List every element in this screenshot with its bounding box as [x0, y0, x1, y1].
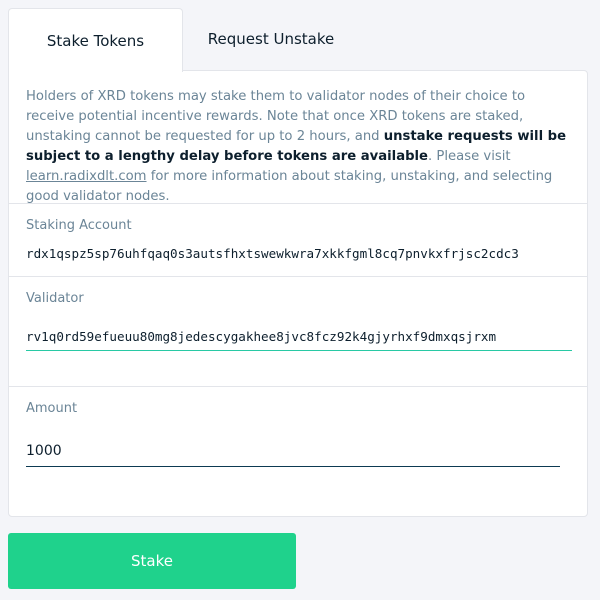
staking-account-value: rdx1qspz5sp76uhfqaq0s3autsfhxtswewkwra7x…: [26, 246, 519, 261]
tab-request-unstake[interactable]: Request Unstake: [183, 8, 359, 70]
tab-stake-tokens[interactable]: Stake Tokens: [8, 8, 183, 72]
validator-input[interactable]: [26, 323, 572, 351]
amount-input[interactable]: [26, 435, 560, 467]
staking-info-text: Holders of XRD tokens may stake them to …: [26, 87, 576, 207]
divider: [9, 276, 587, 277]
divider: [9, 386, 587, 387]
validator-label: Validator: [26, 291, 84, 306]
stake-button[interactable]: Stake: [8, 533, 296, 589]
staking-account-label: Staking Account: [26, 218, 132, 233]
tab-request-unstake-label: Request Unstake: [207, 30, 335, 48]
stake-panel: Holders of XRD tokens may stake them to …: [8, 70, 588, 517]
divider: [9, 203, 587, 204]
tab-bar: Stake Tokens Request Unstake: [8, 8, 588, 72]
tab-stake-tokens-label: Stake Tokens: [46, 31, 145, 50]
amount-label: Amount: [26, 401, 78, 416]
info-text-2: . Please visit: [428, 149, 511, 164]
learn-more-link[interactable]: learn.radixdlt.com: [26, 169, 147, 184]
